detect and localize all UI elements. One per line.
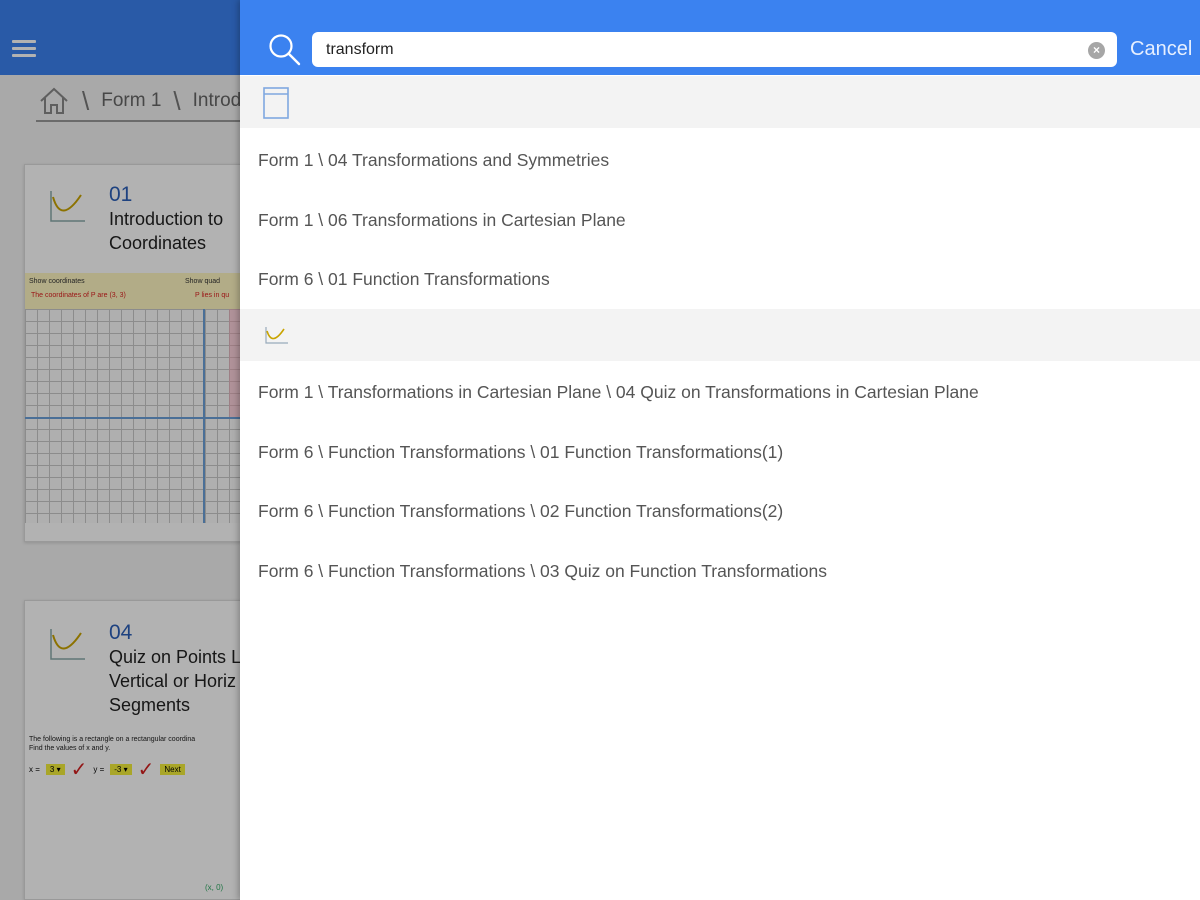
search-result-item[interactable]: Form 6 \ 01 Function Transformations (258, 259, 1188, 299)
section-header-topics (240, 76, 1200, 128)
document-icon (263, 87, 289, 119)
search-result-item[interactable]: Form 1 \ 06 Transformations in Cartesian… (258, 200, 1188, 240)
search-field: × (312, 32, 1117, 67)
search-result-item[interactable]: Form 6 \ Function Transformations \ 03 Q… (258, 551, 1188, 591)
graph-icon (265, 327, 288, 344)
cancel-button[interactable]: Cancel (1130, 38, 1192, 61)
search-result-item[interactable]: Form 1 \ Transformations in Cartesian Pl… (258, 372, 1188, 412)
search-result-item[interactable]: Form 1 \ 04 Transformations and Symmetri… (258, 140, 1188, 180)
search-bar: × Cancel (240, 0, 1200, 75)
clear-icon[interactable]: × (1088, 42, 1105, 59)
search-result-item[interactable]: Form 6 \ Function Transformations \ 01 F… (258, 432, 1188, 472)
search-result-item[interactable]: Form 6 \ Function Transformations \ 02 F… (258, 491, 1188, 531)
section-header-activities (240, 309, 1200, 361)
search-icon (269, 34, 301, 66)
search-input[interactable] (326, 32, 1066, 67)
dim-overlay[interactable] (0, 0, 240, 900)
search-panel: × Cancel Form 1 \ 04 Transformations and… (240, 0, 1200, 900)
